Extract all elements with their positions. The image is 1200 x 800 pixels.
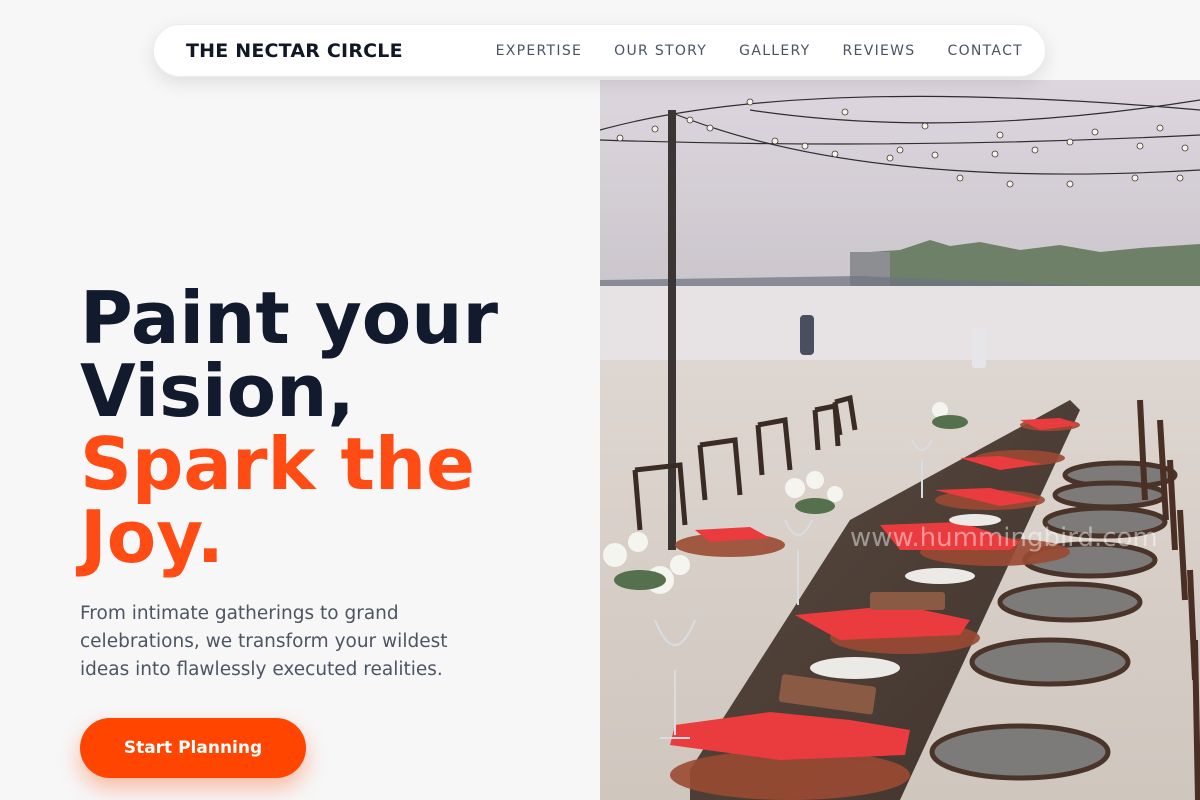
hero-title-accent-line-2: Joy. bbox=[80, 495, 224, 579]
top-navigation: THE NECTAR CIRCLE EXPERTISE OUR STORY GA… bbox=[153, 24, 1046, 77]
hero-subtitle: From intimate gatherings to grand celebr… bbox=[80, 603, 448, 680]
nav-links: EXPERTISE OUR STORY GALLERY REVIEWS CONT… bbox=[496, 43, 1023, 59]
hero-photo-beach-dinner: www.hummingbird.com bbox=[600, 80, 1200, 800]
nav-link-reviews[interactable]: REVIEWS bbox=[843, 43, 916, 59]
light-pole bbox=[668, 110, 676, 550]
nav-link-expertise[interactable]: EXPERTISE bbox=[496, 43, 583, 59]
nav-link-contact[interactable]: CONTACT bbox=[948, 43, 1024, 59]
watermark-text: www.hummingbird.com bbox=[850, 523, 1158, 553]
brand-logo[interactable]: THE NECTAR CIRCLE bbox=[186, 40, 403, 62]
sea bbox=[600, 286, 1200, 372]
nav-link-our-story[interactable]: OUR STORY bbox=[614, 43, 707, 59]
hero-title-accent-line-1: Spark the bbox=[80, 422, 475, 506]
hero-title-line-1: Paint your bbox=[80, 276, 499, 360]
hero-title-line-2: Vision, bbox=[80, 349, 355, 433]
start-planning-button[interactable]: Start Planning bbox=[80, 718, 306, 778]
nav-link-gallery[interactable]: GALLERY bbox=[739, 43, 810, 59]
hero-content: Paint your Vision, Spark the Joy. From i… bbox=[80, 282, 580, 684]
hero-title: Paint your Vision, Spark the Joy. bbox=[80, 282, 580, 574]
